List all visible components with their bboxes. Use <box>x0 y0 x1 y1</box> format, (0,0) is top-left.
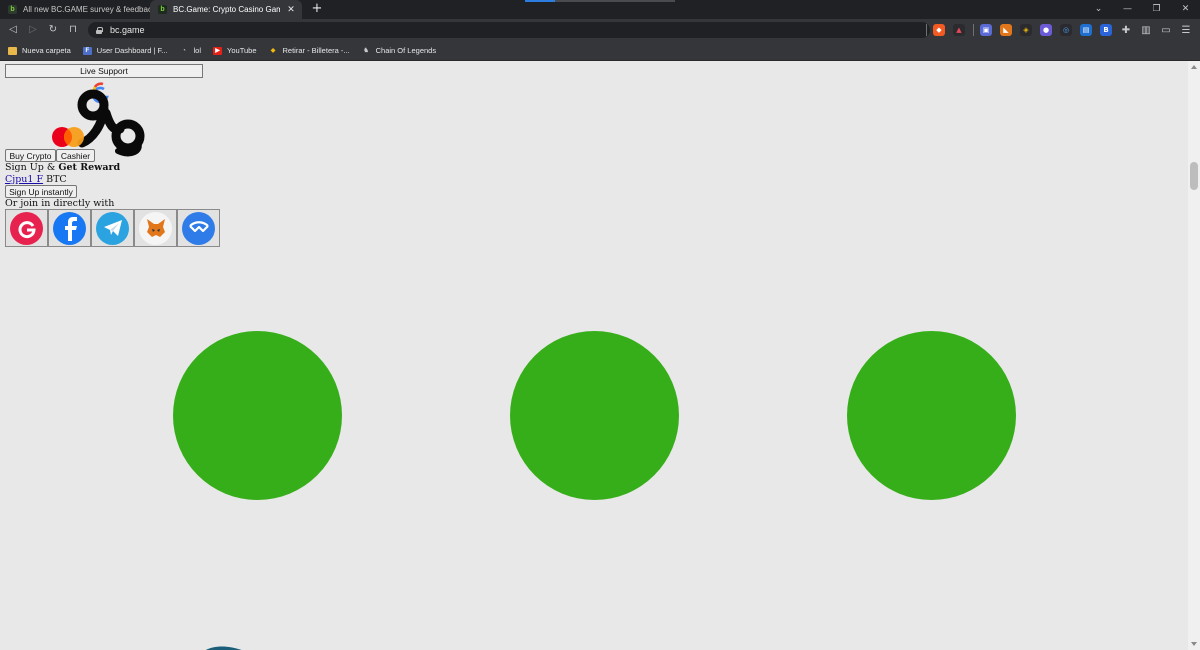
browser-titlebar: b All new BC.GAME survey & feedback b BC… <box>0 0 1200 19</box>
bookmark-label: lol <box>193 46 202 55</box>
bookmark-label: Chain Of Legends <box>375 46 437 55</box>
page-scrollbar[interactable] <box>1188 61 1200 650</box>
tab-indicator <box>525 0 675 2</box>
forward-icon[interactable]: ▷ <box>26 23 40 37</box>
google-login-button[interactable] <box>5 209 48 247</box>
sidebar-icon[interactable]: ▥ <box>1140 24 1152 36</box>
bookmark-item[interactable]: ♞ Chain Of Legends <box>362 46 436 55</box>
loading-dot <box>173 331 342 500</box>
rewards-icon[interactable]: ▲ <box>953 24 965 36</box>
scroll-up-icon[interactable] <box>1191 65 1197 69</box>
scroll-down-icon[interactable] <box>1191 642 1197 646</box>
binance-extension-icon[interactable]: ◈ <box>1020 24 1032 36</box>
telegram-icon <box>96 211 129 245</box>
legends-icon: ♞ <box>363 48 369 54</box>
metamask-extension-icon[interactable]: ◣ <box>1000 24 1012 36</box>
signup-instantly-button[interactable]: Sign Up instantly <box>5 185 77 198</box>
brave-shield-icon[interactable]: ◆ <box>933 24 945 36</box>
bookmark-label: User Dashboard | F... <box>96 46 168 55</box>
bookmarks-bar: Nueva carpeta F User Dashboard | F... ◔ … <box>0 41 1200 61</box>
telegram-login-button[interactable] <box>91 209 134 247</box>
facebook-icon <box>53 211 86 245</box>
reward-link[interactable]: Cjpu1 F <box>5 174 43 185</box>
lock-icon <box>96 26 103 34</box>
close-tab-icon[interactable]: ✕ <box>286 4 296 15</box>
mastercard-icon <box>52 127 84 147</box>
tab-title: All new BC.GAME survey & feedback <box>23 5 150 14</box>
loading-dot <box>510 331 679 500</box>
partial-image <box>206 646 242 650</box>
cloud9-logo <box>52 82 145 157</box>
separator <box>926 24 927 36</box>
metamask-login-button[interactable] <box>134 209 177 247</box>
bcgame-favicon-icon: b <box>8 5 17 14</box>
bookmark-page-icon[interactable]: ⊓ <box>66 23 80 37</box>
restore-icon[interactable]: ❐ <box>1142 0 1171 19</box>
youtube-icon: ▶ <box>213 46 223 55</box>
walletconnect-login-button[interactable] <box>177 209 220 247</box>
scroll-thumb[interactable] <box>1190 162 1198 190</box>
signup-prefix: Sign Up & <box>5 162 59 173</box>
metamask-icon <box>139 211 172 245</box>
bookmark-item[interactable]: ◆ Retirar - Billetera -... <box>269 46 350 55</box>
extension-icon[interactable]: B <box>1100 24 1112 36</box>
bcgame-favicon-icon: b <box>158 5 167 14</box>
menu-icon[interactable]: ☰ <box>1180 24 1192 36</box>
signup-heading: Sign Up & Get Reward <box>5 162 120 173</box>
loading-dot <box>847 331 1016 500</box>
gauge-icon: ◔ <box>182 47 186 54</box>
minimize-icon[interactable]: — <box>1113 0 1142 19</box>
tab-bcgame[interactable]: b BC.Game: Crypto Casino Games & ✕ <box>150 0 302 19</box>
google-icon <box>10 211 43 245</box>
bookmark-item[interactable]: F User Dashboard | F... <box>82 46 168 55</box>
live-support-button[interactable]: Live Support <box>5 64 203 78</box>
page-content: Live Support Buy Crypto Cashier Sign Up … <box>0 61 1188 650</box>
url-text: bc.game <box>110 25 145 35</box>
new-tab-button[interactable]: + <box>310 1 324 17</box>
tab-title: BC.Game: Crypto Casino Games & <box>173 5 280 14</box>
cashier-button[interactable]: Cashier <box>56 149 95 162</box>
address-bar[interactable]: bc.game <box>88 22 930 38</box>
tab-survey[interactable]: b All new BC.GAME survey & feedback <box>0 0 150 19</box>
browser-toolbar: ◁ ▷ ↻ ⊓ bc.game ◆ ▲ ▣ ◣ ◈ ● ◎ ▤ B ✚ ▥ ▭ … <box>0 19 1200 41</box>
window-controls: ⌄ — ❐ ✕ <box>1084 0 1200 19</box>
walletconnect-icon <box>182 211 215 245</box>
social-login-row <box>5 209 220 247</box>
join-text: Or join in directly with <box>5 198 115 209</box>
reward-currency: BTC <box>46 174 67 185</box>
tab-search-icon[interactable]: ⌄ <box>1084 0 1113 19</box>
extensions-area: ◆ ▲ ▣ ◣ ◈ ● ◎ ▤ B ✚ ▥ ▭ ☰ <box>926 22 1196 38</box>
extension-icon[interactable]: ▣ <box>980 24 992 36</box>
facebook-login-button[interactable] <box>48 209 91 247</box>
back-icon[interactable]: ◁ <box>6 23 20 37</box>
extension-icon[interactable]: ● <box>1040 24 1052 36</box>
bookmark-item[interactable]: ▶ YouTube <box>213 46 257 55</box>
reload-icon[interactable]: ↻ <box>46 23 60 37</box>
reward-line: Cjpu1 F BTC <box>5 174 67 185</box>
signup-reward-text: Get Reward <box>58 162 121 173</box>
bookmark-item[interactable]: Nueva carpeta <box>8 46 71 55</box>
swirl-icon <box>77 89 145 157</box>
close-window-icon[interactable]: ✕ <box>1171 0 1200 19</box>
puzzle-icon[interactable]: ✚ <box>1120 24 1132 36</box>
wallet-icon[interactable]: ▭ <box>1160 24 1172 36</box>
bookmark-item[interactable]: ◔ lol <box>180 46 202 55</box>
extension-icon[interactable]: ◎ <box>1060 24 1072 36</box>
buy-crypto-button[interactable]: Buy Crypto <box>5 149 56 162</box>
extension-icon[interactable]: ▤ <box>1080 24 1092 36</box>
bookmark-label: YouTube <box>227 46 257 55</box>
bookmark-label: Retirar - Billetera -... <box>282 46 350 55</box>
separator <box>973 24 974 36</box>
dashboard-icon: F <box>82 46 92 55</box>
bookmark-label: Nueva carpeta <box>22 46 71 55</box>
binance-icon: ◆ <box>270 48 276 54</box>
folder-icon <box>8 46 17 55</box>
